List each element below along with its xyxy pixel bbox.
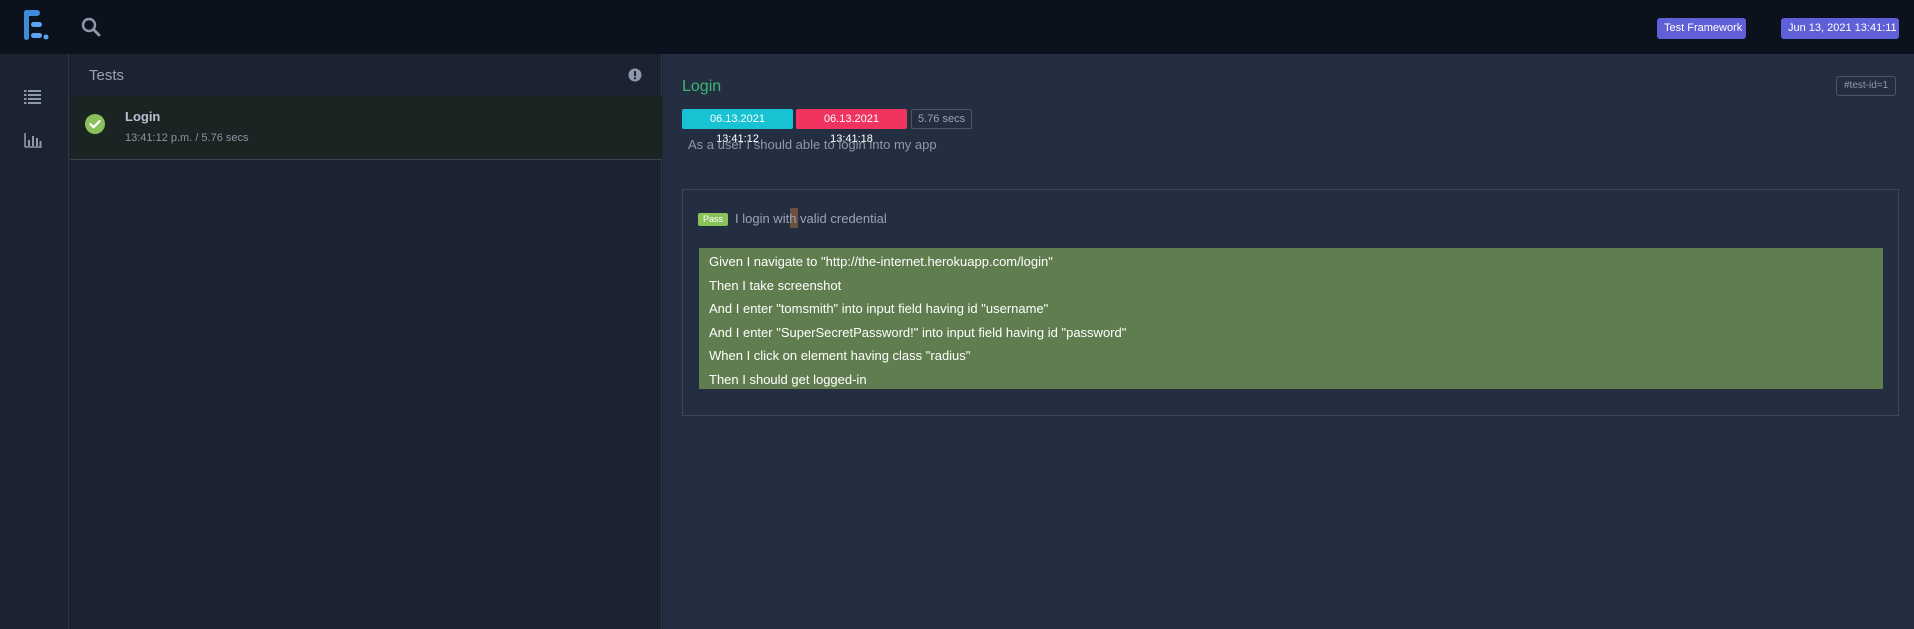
list-icon[interactable] bbox=[23, 87, 43, 105]
test-id-badge: #test-id=1 bbox=[1836, 76, 1897, 96]
bar-chart-icon[interactable] bbox=[23, 131, 43, 149]
left-nav bbox=[0, 54, 69, 629]
step-row: And I enter "SuperSecretPassword!" into … bbox=[709, 324, 1127, 340]
framework-badge: Test Framework bbox=[1657, 18, 1746, 39]
step-row: Then I should get logged-in bbox=[709, 371, 867, 387]
scenario-steps: Given I navigate to "http://the-internet… bbox=[699, 248, 1883, 389]
pass-check-icon bbox=[85, 114, 105, 134]
test-item-meta: 13:41:12 p.m. / 5.76 secs bbox=[125, 132, 249, 144]
test-item-name: Login bbox=[125, 109, 161, 124]
test-list-pane: Tests Login 13:41:12 p.m. / 5.76 secs bbox=[70, 54, 662, 629]
end-time-badge: 06.13.2021 13:41:18 bbox=[796, 109, 907, 145]
extent-logo-icon[interactable] bbox=[22, 8, 50, 44]
test-list-item[interactable]: Login 13:41:12 p.m. / 5.76 secs bbox=[70, 96, 662, 160]
top-bar: Test Framework Jun 13, 2021 13:41:11 bbox=[0, 0, 1914, 54]
scenario-card: Pass I login with valid credential Given… bbox=[682, 189, 1899, 416]
search-icon[interactable] bbox=[80, 16, 102, 38]
test-detail-pane: Login #test-id=1 06.13.2021 13:41:12 06.… bbox=[663, 54, 1914, 629]
scenario-status-badge: Pass bbox=[698, 213, 729, 226]
duration-badge: 5.76 secs bbox=[911, 109, 973, 129]
report-date-badge: Jun 13, 2021 13:41:11 bbox=[1781, 18, 1899, 39]
step-row: Given I navigate to "http://the-internet… bbox=[709, 254, 1053, 269]
step-row: And I enter "tomsmith" into input field … bbox=[709, 301, 1049, 316]
test-list-title: Tests bbox=[89, 67, 125, 84]
start-time-badge: 06.13.2021 13:41:12 bbox=[682, 109, 793, 145]
test-description: As a user I should able to login into my… bbox=[688, 137, 937, 152]
test-detail-title: Login bbox=[682, 78, 722, 95]
info-icon[interactable] bbox=[628, 68, 642, 82]
scenario-name[interactable]: I login with valid credential bbox=[735, 211, 887, 226]
step-row: When I click on element having class "ra… bbox=[709, 348, 971, 363]
step-row: Then I take screenshot bbox=[709, 277, 842, 293]
test-list-header: Tests bbox=[70, 54, 662, 96]
